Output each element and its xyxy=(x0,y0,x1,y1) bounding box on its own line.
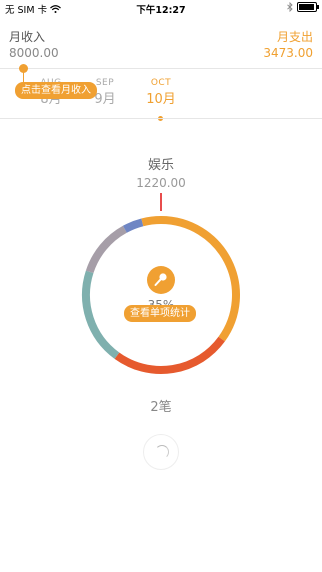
category-stats-tip[interactable]: 查看单项统计 xyxy=(124,305,196,322)
donut-slice-3[interactable] xyxy=(85,225,127,274)
transaction-count: 2笔 xyxy=(150,400,172,415)
expense-label: 月支出 xyxy=(276,30,313,44)
status-time: 下午12:27 xyxy=(136,5,186,16)
expense-value: 3473.00 xyxy=(263,46,313,60)
loading-spinner xyxy=(143,434,179,470)
monthly-expense[interactable]: 月支出 3473.00 xyxy=(263,28,313,60)
status-right xyxy=(287,2,319,12)
donut-slice-1[interactable] xyxy=(114,336,225,374)
month-divider xyxy=(0,118,322,119)
monthly-income[interactable]: 月收入 8000.00 xyxy=(9,28,59,60)
category-amount: 1220.00 xyxy=(136,176,186,190)
status-bar: 无 SIM 卡 下午12:27 xyxy=(0,0,322,16)
microphone-icon xyxy=(147,266,175,294)
income-tip[interactable]: 点击查看月收入 xyxy=(15,82,97,99)
income-value: 8000.00 xyxy=(9,46,59,60)
bluetooth-icon xyxy=(287,2,293,12)
donut-slice-4[interactable] xyxy=(122,218,144,233)
month-cn: 10月 xyxy=(146,92,176,107)
month-oct[interactable]: OCT 10月 xyxy=(142,78,180,107)
donut-slice-2[interactable] xyxy=(82,270,120,359)
income-label: 月收入 xyxy=(9,30,46,44)
battery-icon xyxy=(297,2,319,12)
donut-slice-5[interactable] xyxy=(141,216,162,227)
month-en: OCT xyxy=(150,78,172,88)
tip-dot xyxy=(19,64,28,73)
category-name: 娱乐 xyxy=(147,158,174,173)
header-divider xyxy=(0,68,322,69)
